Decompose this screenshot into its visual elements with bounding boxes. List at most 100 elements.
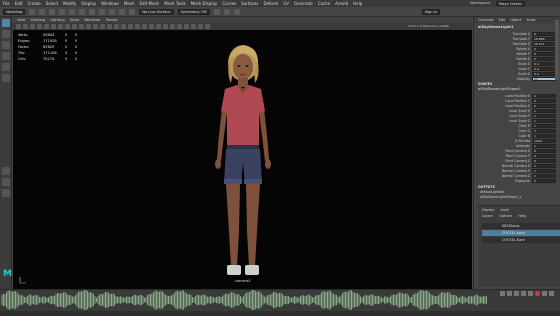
menu-file[interactable]: File [3, 1, 10, 6]
attribute-label[interactable]: Translate Z [474, 42, 532, 46]
attribute-value-field[interactable]: 0 [532, 178, 556, 183]
attribute-label[interactable]: Normal Camera X [474, 164, 532, 168]
menu-edit[interactable]: Edit [15, 1, 23, 6]
attribute-value-field[interactable]: 1 [532, 113, 556, 118]
step-forward-frame-icon[interactable] [542, 291, 547, 296]
grid-icon[interactable] [51, 24, 56, 29]
attribute-label[interactable]: Rotate X [474, 47, 532, 51]
menu-deform[interactable]: Deform [263, 1, 278, 6]
select-object-icon[interactable] [89, 8, 96, 15]
open-scene-icon[interactable] [39, 8, 46, 15]
attribute-label[interactable]: Scale Y [474, 67, 532, 71]
multisample-aa-icon[interactable] [156, 24, 161, 29]
menu-select[interactable]: Select [46, 1, 58, 6]
layer-tab-anim[interactable]: Anim [501, 208, 510, 212]
character-model[interactable] [203, 41, 283, 279]
play-forwards-icon[interactable] [528, 291, 533, 296]
record-icon[interactable] [535, 291, 540, 296]
attribute-value-field[interactable]: 0.4 [532, 61, 556, 66]
attribute-editor-side-tab[interactable] [555, 20, 559, 80]
attribute-value-field[interactable]: 1 [532, 108, 556, 113]
attribute-value-field[interactable]: 0 [532, 31, 556, 36]
xray-joints-icon[interactable] [184, 24, 189, 29]
wireframe-on-shaded-icon[interactable] [114, 24, 119, 29]
layer-menu-help[interactable]: Help [518, 214, 526, 218]
redo-icon[interactable] [69, 8, 76, 15]
viewport-menu-panels[interactable]: Panels [106, 18, 118, 22]
attribute-value-field[interactable]: 1 [532, 128, 556, 133]
snap-curve-icon[interactable] [119, 8, 126, 15]
save-scene-icon[interactable] [49, 8, 56, 15]
layer-tab-display[interactable]: Display [482, 208, 495, 212]
attribute-label[interactable]: Point Camera Z [474, 159, 532, 163]
viewport-panel[interactable]: View Shading Lighting Show Renderer Panels Ve… [13, 17, 472, 289]
snap-grid-icon[interactable] [109, 8, 116, 15]
outputs-node[interactable]: defaultLightSet [480, 190, 504, 194]
rotate-tool-icon[interactable] [2, 63, 10, 71]
camera-attributes-icon[interactable] [30, 24, 35, 29]
select-hierarchy-icon[interactable] [79, 8, 86, 15]
single-pane-layout-icon[interactable] [2, 167, 10, 175]
resolution-gate-icon[interactable] [65, 24, 70, 29]
layer-row[interactable]: CHOTEL.body [482, 230, 560, 236]
attribute-label[interactable]: Local Scale Z [474, 119, 532, 123]
attribute-value-field[interactable]: 0 [532, 148, 556, 153]
attribute-label[interactable]: Local Scale X [474, 109, 532, 113]
step-back-key-icon[interactable] [507, 291, 512, 296]
menu-curves[interactable]: Curves [222, 1, 236, 6]
attribute-value-field[interactable]: 1 [532, 173, 556, 178]
safe-title-icon[interactable] [93, 24, 98, 29]
channel-box-tab-object[interactable]: Object [510, 18, 521, 22]
render-settings-icon[interactable] [233, 8, 240, 15]
menu-edit-mesh[interactable]: Edit Mesh [140, 1, 160, 6]
viewport-menu-view[interactable]: View [17, 18, 26, 22]
workspace-selector[interactable]: Maya Classic [496, 1, 526, 6]
ambient-occlusion-icon[interactable] [142, 24, 147, 29]
gamma-icon[interactable] [205, 24, 210, 29]
attribute-label[interactable]: Local Scale Y [474, 114, 532, 118]
bookmarks-icon[interactable] [37, 24, 42, 29]
gate-mask-icon[interactable] [72, 24, 77, 29]
attribute-value-field[interactable]: 1 [532, 143, 556, 148]
attribute-value-field[interactable]: 1 [532, 163, 556, 168]
menu-generate[interactable]: Generate [294, 1, 313, 6]
attribute-value-field[interactable]: 0 [532, 153, 556, 158]
viewport-menu-lighting[interactable]: Lighting [50, 18, 65, 22]
attribute-value-field[interactable]: 1 [532, 168, 556, 173]
outputs-node-2[interactable]: aiSkyDomeLightShape1_s [480, 195, 521, 199]
snap-point-icon[interactable] [129, 8, 136, 15]
live-surface-field[interactable]: No Live Surface [139, 8, 174, 15]
safe-action-icon[interactable] [86, 24, 91, 29]
node-name-transform[interactable]: aiSkyDomeLight1 [478, 25, 513, 29]
attribute-label[interactable]: Point Camera Y [474, 154, 532, 158]
paint-select-icon[interactable] [2, 41, 10, 49]
film-gate-icon[interactable] [58, 24, 63, 29]
shadows-icon[interactable] [135, 24, 140, 29]
menu-cache[interactable]: Cache [318, 1, 330, 6]
exposure-icon[interactable] [198, 24, 203, 29]
select-camera-icon[interactable] [16, 24, 21, 29]
mode-selector[interactable]: Modeling [3, 8, 26, 15]
menu-surfaces[interactable]: Surfaces [241, 1, 258, 6]
menu-create[interactable]: Create [27, 1, 40, 6]
attribute-value-field[interactable]: 0 [532, 51, 556, 56]
select-tool-icon[interactable] [2, 19, 10, 27]
attribute-value-field[interactable]: 19.311 [532, 41, 556, 46]
use-all-lights-icon[interactable] [128, 24, 133, 29]
motion-blur-icon[interactable] [149, 24, 154, 29]
attribute-label[interactable]: Color G [474, 129, 532, 133]
channel-box-tab-edit[interactable]: Edit [499, 18, 506, 22]
viewport-menu-shading[interactable]: Shading [31, 18, 46, 22]
menu-mesh-display[interactable]: Mesh Display [191, 1, 218, 6]
menu-arnold[interactable]: Arnold [335, 1, 348, 6]
menu-modify[interactable]: Modify [63, 1, 76, 6]
menu-uv[interactable]: UV [283, 1, 289, 6]
attribute-label[interactable]: Scale X [474, 62, 532, 66]
smooth-shade-icon[interactable] [107, 24, 112, 29]
attribute-label[interactable]: Visibility [474, 77, 532, 81]
layer-menu-layers[interactable]: Layers [482, 214, 493, 218]
textured-icon[interactable] [121, 24, 126, 29]
attribute-value-field[interactable]: 0 [532, 98, 556, 103]
attribute-label[interactable]: Color R [474, 124, 532, 128]
symmetry-field[interactable]: Symmetry: Off [177, 8, 210, 15]
